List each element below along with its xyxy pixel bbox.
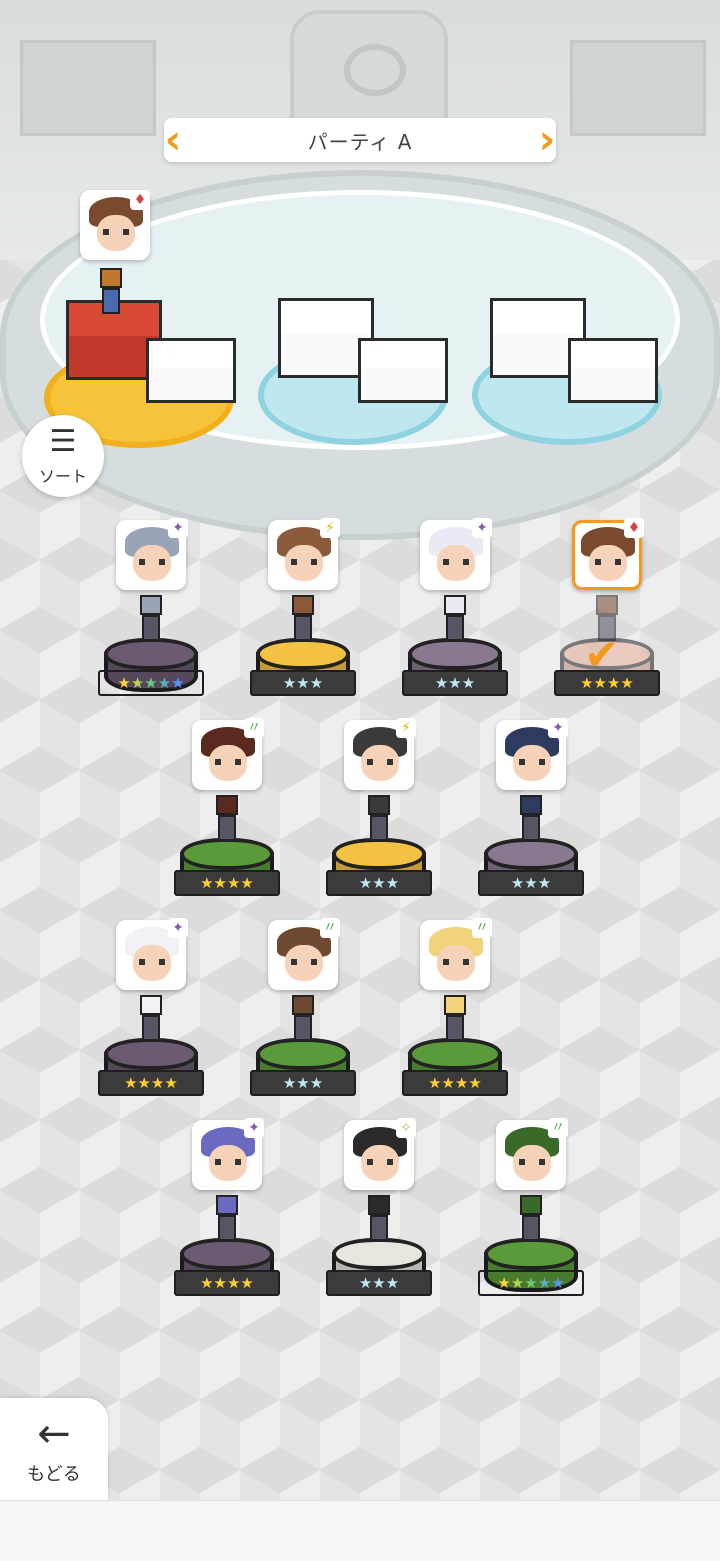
element-icon: ✦ [244, 1118, 264, 1138]
hero-sprite [516, 1195, 546, 1243]
hero-card[interactable]: ⚡ ★★★ [326, 718, 436, 910]
element-icon: 〃 [244, 718, 264, 738]
hero-sprite [440, 595, 470, 643]
hero-sprite [212, 1195, 242, 1243]
element-icon: ✦ [548, 718, 568, 738]
element-icon: ♦ [624, 518, 644, 538]
party-leader-sprite [96, 268, 126, 316]
hero-card[interactable]: ✦ ★★★★ [174, 1118, 284, 1310]
hero-sprite [288, 995, 318, 1043]
hero-card[interactable]: ⚡ ★★★ [250, 518, 360, 710]
sort-button[interactable]: ☰ ソート [22, 415, 104, 497]
hero-sprite [136, 995, 166, 1043]
back-label: もどる [27, 1464, 81, 1485]
hero-star-rating: ★★★ [326, 1270, 432, 1296]
hero-sprite [136, 595, 166, 643]
hero-star-rating: ★★★ [326, 870, 432, 896]
hero-star-rating: ★★★ [250, 670, 356, 696]
element-icon: ✦ [168, 518, 188, 538]
slot-2-block-front [358, 338, 448, 403]
hero-star-rating: ★★★★★ [478, 1270, 584, 1296]
chevron-right-icon[interactable]: › [534, 118, 560, 162]
hero-star-rating: ★★★★ [174, 870, 280, 896]
hero-card[interactable]: ✧ ★★★ [326, 1118, 436, 1310]
hero-star-rating: ★★★★ [174, 1270, 280, 1296]
element-icon: 〃 [548, 1118, 568, 1138]
party-title: パーティ A [307, 129, 413, 154]
fire-element-icon: ♦ [130, 190, 150, 210]
element-icon: ✦ [168, 918, 188, 938]
slot-1-block [146, 338, 236, 403]
hero-sprite [516, 795, 546, 843]
back-button[interactable]: ← もどる [0, 1398, 108, 1500]
element-icon: ⚡ [396, 718, 416, 738]
chevron-left-icon[interactable]: ‹ [160, 118, 186, 162]
hero-card[interactable]: ✦ ★★★ [478, 718, 588, 910]
hero-card[interactable]: ✦ ★★★★ [98, 918, 208, 1110]
sort-label: ソート [38, 467, 87, 486]
element-icon: 〃 [320, 918, 340, 938]
hero-sprite [440, 995, 470, 1043]
slot-3-block-front [568, 338, 658, 403]
hero-sprite [288, 595, 318, 643]
arena-emblem [290, 10, 448, 128]
hero-card[interactable]: ♦ ★★★★ ✔ [554, 518, 664, 710]
wall-pillar-right [570, 40, 706, 136]
element-icon: ✦ [472, 518, 492, 538]
selected-check-icon: ✔ [584, 630, 620, 679]
hero-star-rating: ★★★★ [98, 1070, 204, 1096]
hero-star-rating: ★★★ [250, 1070, 356, 1096]
hero-card[interactable]: 〃 ★★★ [250, 918, 360, 1110]
hero-card[interactable]: 〃 ★★★★ [402, 918, 512, 1110]
hero-star-rating: ★★★ [402, 670, 508, 696]
hero-card[interactable]: 〃 ★★★★★ [478, 1118, 588, 1310]
hero-star-rating: ★★★★ [402, 1070, 508, 1096]
wall-pillar-left [20, 40, 156, 136]
hero-star-rating: ★★★ [478, 870, 584, 896]
bottom-nav-bar [0, 1500, 720, 1561]
sort-icon: ☰ [49, 424, 77, 459]
element-icon: 〃 [472, 918, 492, 938]
hero-sprite [364, 795, 394, 843]
hero-star-rating: ★★★★★ [98, 670, 204, 696]
arrow-left-icon: ← [37, 1411, 71, 1457]
hero-card[interactable]: ✦ ★★★ [402, 518, 512, 710]
party-name-bar: パーティ A [164, 118, 556, 162]
hero-card[interactable]: ✦ ★★★★★ [98, 518, 208, 710]
element-icon: ✧ [396, 1118, 416, 1138]
hero-card[interactable]: 〃 ★★★★ [174, 718, 284, 910]
element-icon: ⚡ [320, 518, 340, 538]
hero-sprite [212, 795, 242, 843]
hero-sprite [364, 1195, 394, 1243]
